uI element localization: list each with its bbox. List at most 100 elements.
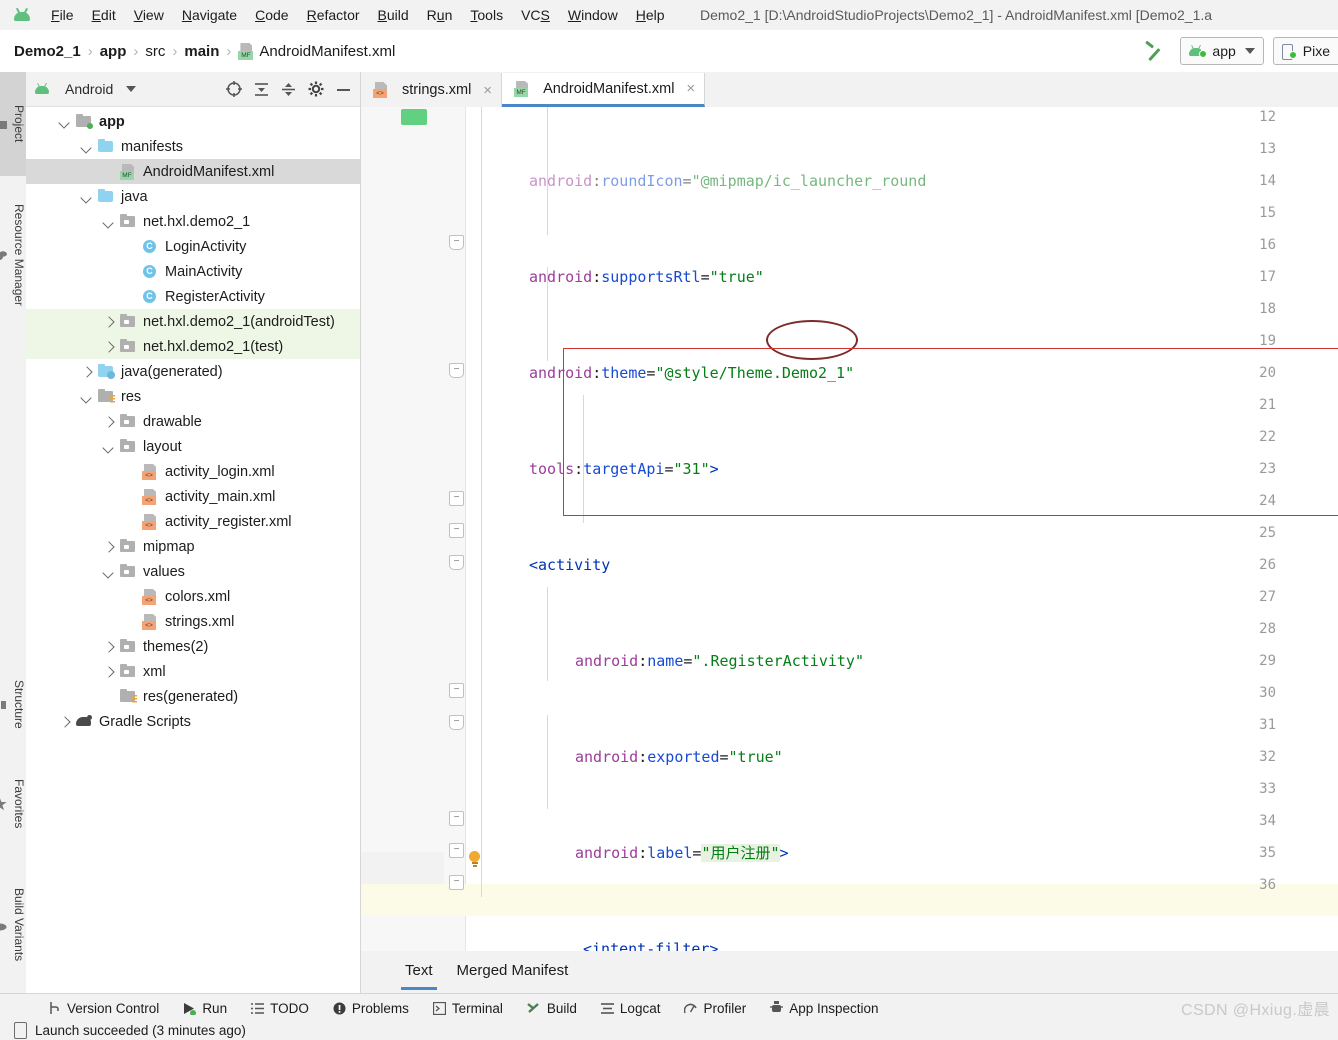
tool-tab-structure[interactable]: Structure (0, 652, 26, 756)
breadcrumb-project[interactable]: Demo2_1 (14, 43, 81, 60)
status-app-inspection[interactable]: App Inspection (758, 1001, 890, 1016)
tool-tab-resource-manager[interactable]: Resource Manager (0, 168, 26, 342)
menu-vcs[interactable]: VCS (512, 5, 559, 25)
fold-marker[interactable]: − (449, 843, 464, 858)
tree-item-res-generated[interactable]: res (generated) (26, 684, 360, 709)
fold-marker[interactable]: − (449, 235, 464, 250)
code-text[interactable]: android:roundIcon="@mipmap/ic_launcher_r… (465, 107, 1338, 952)
tree-item-gradle-scripts[interactable]: Gradle Scripts (26, 709, 360, 734)
tree-item-res[interactable]: res (26, 384, 360, 409)
status-profiler[interactable]: Profiler (672, 1001, 758, 1016)
tab-merged-manifest[interactable]: Merged Manifest (445, 951, 581, 993)
chevron-down-icon[interactable] (102, 440, 115, 453)
code-editor[interactable]: 12 13 14 15 16 17 18 19 20 21 22 23 24 2… (361, 107, 1338, 952)
tree-item-values[interactable]: values (26, 559, 360, 584)
fold-marker[interactable]: − (449, 363, 464, 378)
editor-tab-androidmanifest-xml[interactable]: MF AndroidManifest.xml × (502, 73, 706, 107)
expand-all-icon[interactable] (254, 82, 269, 97)
chevron-right-icon[interactable] (102, 640, 115, 653)
fold-marker[interactable]: − (449, 523, 464, 538)
chevron-right-icon[interactable] (102, 340, 115, 353)
tree-item-drawable[interactable]: drawable (26, 409, 360, 434)
build-hammer-icon[interactable] (1144, 40, 1166, 62)
fold-marker[interactable]: − (449, 875, 464, 890)
tree-item-registeractivity[interactable]: RegisterActivity (26, 284, 360, 309)
target-icon[interactable] (226, 81, 242, 97)
menu-window[interactable]: Window (559, 5, 627, 25)
chevron-down-icon[interactable] (102, 565, 115, 578)
tree-item-mipmap[interactable]: mipmap (26, 534, 360, 559)
gear-icon[interactable] (308, 81, 324, 97)
menu-run[interactable]: Run (418, 5, 462, 25)
menu-navigate[interactable]: Navigate (173, 5, 246, 25)
run-configuration-selector[interactable]: app (1180, 37, 1264, 65)
tree-item-layout[interactable]: layout (26, 434, 360, 459)
tree-item-colors-xml[interactable]: <> colors.xml (26, 584, 360, 609)
breadcrumb-main[interactable]: main (184, 43, 219, 60)
device-selector[interactable]: Pixe (1272, 37, 1338, 65)
chevron-right-icon[interactable] (102, 540, 115, 553)
status-build[interactable]: Build (515, 1001, 589, 1016)
chevron-right-icon[interactable] (80, 365, 93, 378)
fold-marker[interactable]: − (449, 491, 464, 506)
menu-build[interactable]: Build (369, 5, 418, 25)
chevron-down-icon[interactable] (80, 390, 93, 403)
fold-marker[interactable]: − (449, 683, 464, 698)
tree-item-androidmanifest-xml[interactable]: MF AndroidManifest.xml (26, 159, 360, 184)
menu-edit[interactable]: Edit (83, 5, 125, 25)
tool-tab-favorites[interactable]: Favorites (0, 748, 26, 860)
tree-item-mainactivity[interactable]: MainActivity (26, 259, 360, 284)
status-run[interactable]: Run (171, 1001, 239, 1016)
tool-tab-build-variants[interactable]: Build Variants (0, 854, 26, 996)
breadcrumb-src[interactable]: src (145, 43, 165, 60)
tree-item-strings-xml[interactable]: <> strings.xml (26, 609, 360, 634)
tree-item-activity-main-xml[interactable]: <> activity_main.xml (26, 484, 360, 509)
tree-item-loginactivity[interactable]: LoginActivity (26, 234, 360, 259)
menu-view[interactable]: View (125, 5, 173, 25)
tree-item-manifests[interactable]: manifests (26, 134, 360, 159)
chevron-down-icon[interactable] (80, 140, 93, 153)
status-todo[interactable]: TODO (239, 1001, 321, 1016)
menu-refactor[interactable]: Refactor (298, 5, 369, 25)
project-tree[interactable]: app manifests MF AndroidManifest.xml jav… (26, 106, 360, 993)
tree-item-activity-register-xml[interactable]: <> activity_register.xml (26, 509, 360, 534)
fold-marker[interactable]: − (449, 555, 464, 570)
status-logcat[interactable]: Logcat (589, 1001, 673, 1016)
fold-marker[interactable]: − (449, 811, 464, 826)
chevron-down-icon[interactable] (102, 215, 115, 228)
chevron-right-icon[interactable] (58, 715, 71, 728)
minimize-icon[interactable] (336, 82, 351, 97)
tree-item-activity-login-xml[interactable]: <> activity_login.xml (26, 459, 360, 484)
fold-marker[interactable]: − (449, 715, 464, 730)
tree-item-app[interactable]: app (26, 109, 360, 134)
status-problems[interactable]: Problems (321, 1001, 421, 1016)
status-terminal[interactable]: Terminal (421, 1001, 515, 1016)
tree-item-package-androidtest[interactable]: net.hxl.demo2_1 (androidTest) (26, 309, 360, 334)
menu-code[interactable]: Code (246, 5, 297, 25)
menu-file[interactable]: File (42, 5, 83, 25)
tree-item-java-generated[interactable]: java (generated) (26, 359, 360, 384)
status-version-control[interactable]: Version Control (36, 1001, 171, 1016)
chevron-right-icon[interactable] (102, 665, 115, 678)
tree-item-label: colors.xml (165, 588, 231, 605)
menu-help[interactable]: Help (627, 5, 674, 25)
tree-item-java[interactable]: java (26, 184, 360, 209)
tool-tab-project[interactable]: Project (0, 72, 26, 176)
tree-item-themes[interactable]: themes (2) (26, 634, 360, 659)
chevron-down-icon[interactable] (80, 190, 93, 203)
chevron-down-icon[interactable] (58, 115, 71, 128)
menu-tools[interactable]: Tools (461, 5, 512, 25)
close-icon[interactable]: × (686, 80, 695, 97)
tab-text[interactable]: Text (393, 951, 445, 993)
chevron-right-icon[interactable] (102, 415, 115, 428)
chevron-down-icon[interactable] (126, 86, 137, 92)
editor-tab-strings-xml[interactable]: <> strings.xml × (361, 73, 503, 107)
breadcrumb-module[interactable]: app (100, 43, 127, 60)
collapse-all-icon[interactable] (281, 82, 296, 97)
chevron-right-icon[interactable] (102, 315, 115, 328)
tree-item-package-test[interactable]: net.hxl.demo2_1 (test) (26, 334, 360, 359)
tree-item-xml[interactable]: xml (26, 659, 360, 684)
close-icon[interactable]: × (483, 82, 492, 99)
tree-item-package[interactable]: net.hxl.demo2_1 (26, 209, 360, 234)
breadcrumb-file[interactable]: AndroidManifest.xml (259, 43, 395, 60)
